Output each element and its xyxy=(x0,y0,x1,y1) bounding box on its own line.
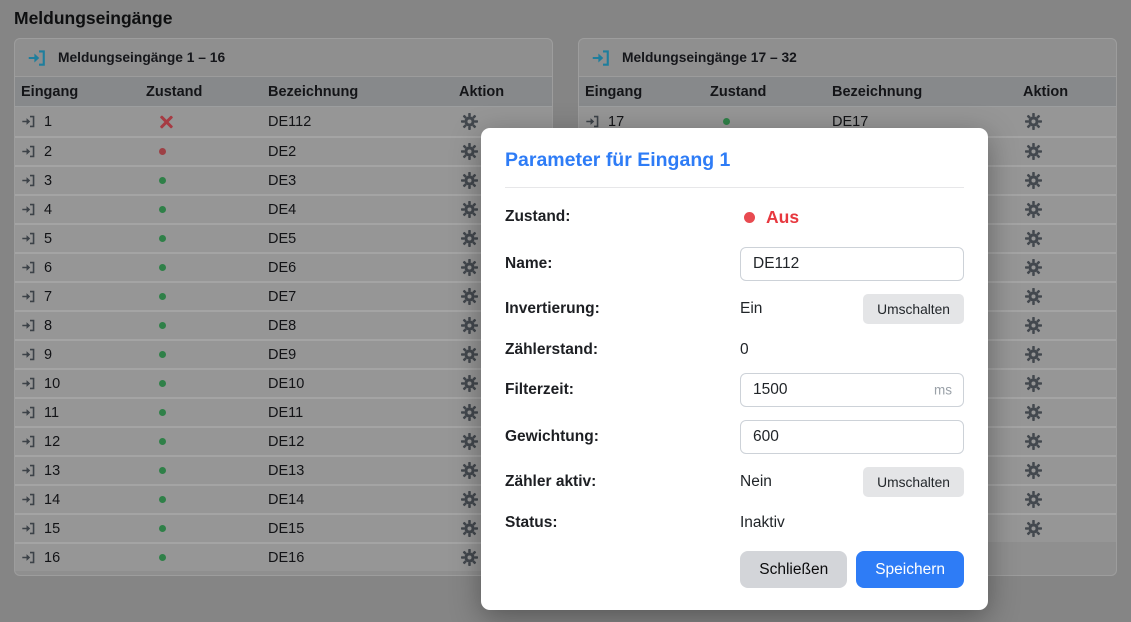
invertierung-toggle-button[interactable]: Umschalten xyxy=(863,294,964,324)
field-label: Gewichtung: xyxy=(505,428,740,446)
parameter-dialog: Parameter für Eingang 1 Zustand: Aus Nam… xyxy=(481,128,988,610)
modal-field-row: Status: Inaktiv xyxy=(505,510,964,535)
divider xyxy=(505,187,964,188)
field-label: Status: xyxy=(505,514,740,532)
field-value: 0 xyxy=(740,341,964,359)
filterzeit-input[interactable] xyxy=(740,373,964,407)
zaehler-aktiv-toggle-button[interactable]: Umschalten xyxy=(863,467,964,497)
name-input[interactable] xyxy=(740,247,964,281)
field-value: Ein xyxy=(740,300,762,318)
modal-field-row: Zählerstand: 0 xyxy=(505,337,964,362)
field-value: Aus xyxy=(740,207,964,228)
field-label: Name: xyxy=(505,255,740,273)
close-button[interactable]: Schließen xyxy=(740,551,847,588)
modal-field-row: Gewichtung: xyxy=(505,420,964,454)
field-value: Nein xyxy=(740,473,772,491)
field-label: Zustand: xyxy=(505,208,740,226)
field-label: Zählerstand: xyxy=(505,341,740,359)
modal-field-row: Zustand: Aus xyxy=(505,204,964,230)
modal-field-row: Invertierung: Ein Umschalten xyxy=(505,294,964,324)
save-button[interactable]: Speichern xyxy=(856,551,964,588)
modal-field-row: Filterzeit: ms xyxy=(505,373,964,407)
field-label: Filterzeit: xyxy=(505,381,740,399)
field-label: Zähler aktiv: xyxy=(505,473,740,491)
dialog-title: Parameter für Eingang 1 xyxy=(505,149,964,172)
status-value: Aus xyxy=(766,207,799,228)
gewichtung-input[interactable] xyxy=(740,420,964,454)
modal-field-row: Zähler aktiv: Nein Umschalten xyxy=(505,467,964,497)
field-label: Invertierung: xyxy=(505,300,740,318)
field-value: Inaktiv xyxy=(740,514,964,532)
status-off-dot-icon xyxy=(744,212,755,223)
dialog-fields: Zustand: Aus Name: Invertierung: Ein Ums… xyxy=(505,204,964,535)
modal-field-row: Name: xyxy=(505,247,964,281)
dialog-footer: Schließen Speichern xyxy=(505,551,964,588)
